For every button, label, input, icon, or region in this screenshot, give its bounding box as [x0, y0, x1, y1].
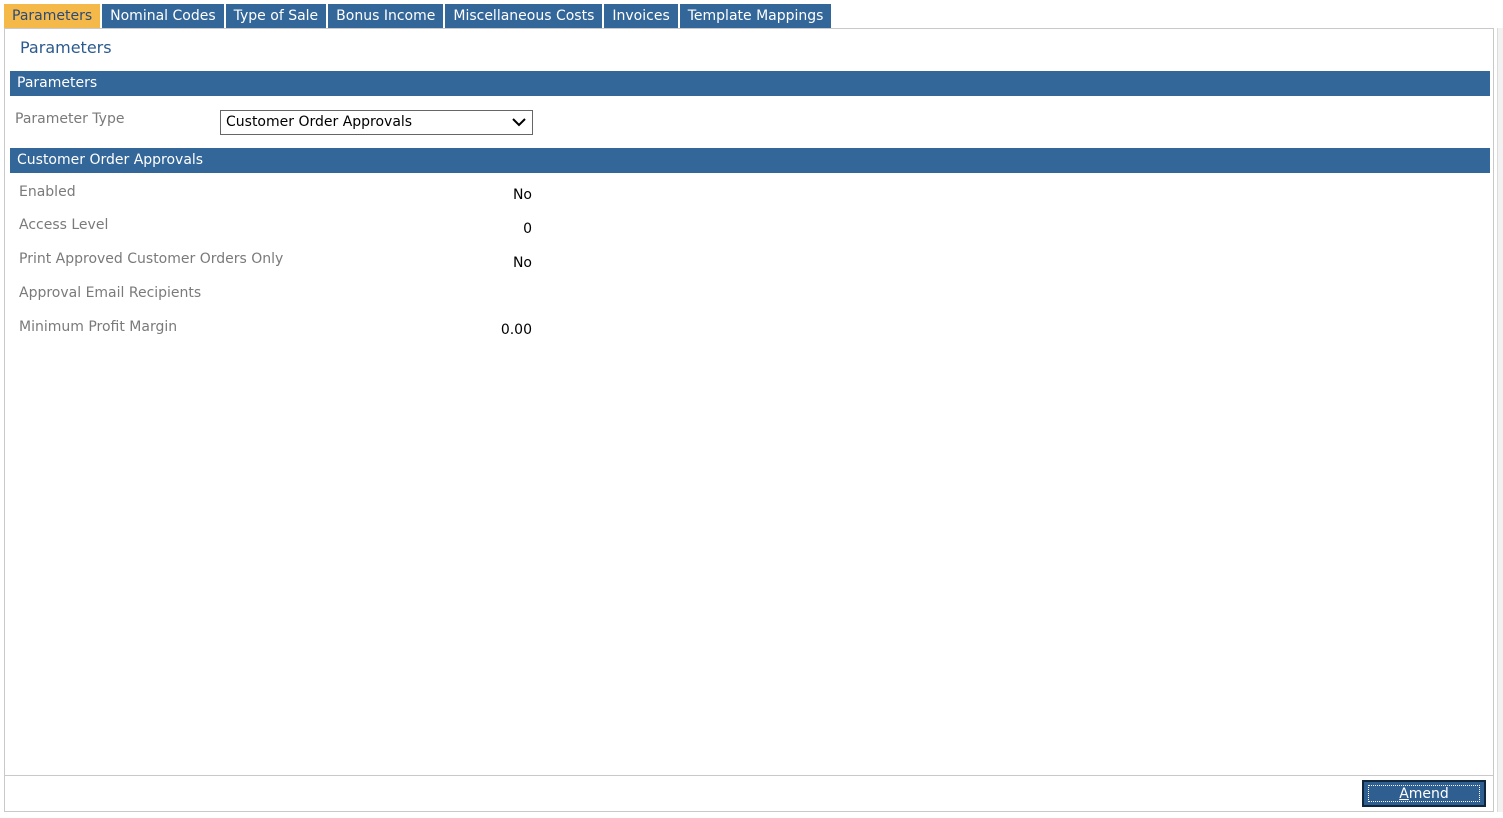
field-value-minimum-profit-margin: 0.00	[500, 322, 532, 338]
tab-nominal-codes[interactable]: Nominal Codes	[102, 4, 224, 28]
tab-parameters[interactable]: Parameters	[4, 4, 101, 28]
amend-button[interactable]: Amend	[1362, 780, 1486, 807]
amend-button-label: Amend	[1368, 785, 1480, 802]
tab-bar: Parameters Nominal Codes Type of Sale Bo…	[4, 4, 833, 28]
footer-divider	[5, 775, 1493, 776]
field-label-enabled: Enabled	[19, 184, 76, 200]
tab-bonus-income[interactable]: Bonus Income	[328, 4, 444, 28]
chevron-down-icon	[512, 118, 526, 127]
tab-invoices[interactable]: Invoices	[604, 4, 678, 28]
field-label-print-approved-only: Print Approved Customer Orders Only	[19, 251, 284, 267]
field-label-minimum-profit-margin: Minimum Profit Margin	[19, 319, 178, 335]
page-title: Parameters	[20, 38, 112, 57]
parameters-panel: Parameters Parameters Parameter Type Cus…	[4, 28, 1494, 812]
field-value-access-level: 0	[523, 221, 532, 237]
field-value-print-approved-only: No	[512, 255, 532, 271]
tab-template-mappings[interactable]: Template Mappings	[679, 4, 832, 28]
parameter-type-label: Parameter Type	[15, 111, 125, 127]
section-header-customer-order-approvals: Customer Order Approvals	[10, 148, 1490, 173]
parameter-type-selected-value: Customer Order Approvals	[226, 114, 413, 130]
parameter-type-select[interactable]: Customer Order Approvals	[220, 110, 533, 135]
field-label-access-level: Access Level	[19, 217, 109, 233]
scrollbar[interactable]	[1497, 28, 1503, 812]
section-header-parameters: Parameters	[10, 71, 1490, 96]
tab-miscellaneous-costs[interactable]: Miscellaneous Costs	[445, 4, 603, 28]
field-label-approval-email-recipients: Approval Email Recipients	[19, 285, 202, 301]
tab-type-of-sale[interactable]: Type of Sale	[225, 4, 327, 28]
field-value-enabled: No	[512, 187, 532, 203]
